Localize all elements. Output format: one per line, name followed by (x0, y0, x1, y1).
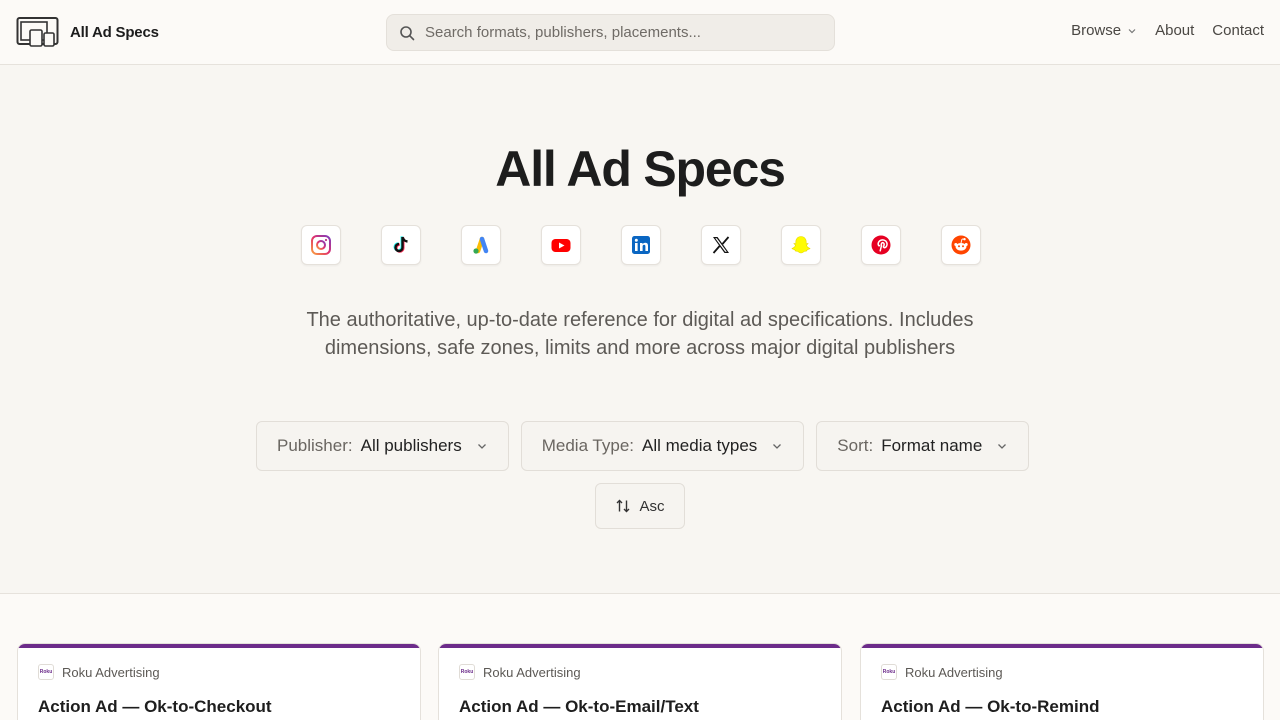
tiktok-icon (393, 236, 408, 253)
publisher-reddit[interactable] (941, 225, 981, 265)
publisher-icon-row (301, 225, 981, 265)
media-type-filter-label: Media Type: (541, 436, 635, 455)
sort-filter-label: Sort: (837, 436, 874, 455)
spec-card[interactable]: Roku Roku Advertising Action Ad — Ok-to-… (17, 643, 421, 720)
site-logo[interactable]: All Ad Specs (16, 16, 159, 48)
google-ads-icon (473, 236, 489, 254)
nav-contact[interactable]: Contact (1212, 22, 1264, 39)
publisher-linkedin[interactable] (621, 225, 661, 265)
search-bar[interactable] (386, 14, 835, 51)
search-input[interactable] (425, 24, 805, 41)
roku-logo-icon: Roku (38, 664, 54, 680)
reddit-icon (951, 235, 971, 255)
media-type-filter-value: All media types (642, 436, 758, 455)
sort-order-label: Asc (639, 497, 665, 515)
card-title: Action Ad — Ok-to-Checkout (38, 697, 272, 716)
nav-browse-label: Browse (1071, 22, 1122, 39)
publisher-filter-value: All publishers (360, 436, 462, 455)
x-icon (712, 236, 730, 254)
publisher-instagram[interactable] (301, 225, 341, 265)
spec-cards-grid: Roku Roku Advertising Action Ad — Ok-to-… (0, 593, 1280, 720)
pinterest-icon (871, 235, 891, 255)
snapchat-icon (791, 236, 811, 254)
publisher-snapchat[interactable] (781, 225, 821, 265)
media-type-filter[interactable]: Media Type: All media types (520, 421, 805, 471)
top-header: All Ad Specs Browse About Contact (0, 0, 1280, 65)
spec-card[interactable]: Roku Roku Advertising Action Ad — Ok-to-… (438, 643, 842, 720)
publisher-x[interactable] (701, 225, 741, 265)
nav-browse[interactable]: Browse (1071, 22, 1137, 39)
sort-arrows-icon (616, 499, 630, 513)
search-icon (400, 25, 415, 40)
publisher-pinterest[interactable] (861, 225, 901, 265)
card-publisher-name: Roku Advertising (905, 664, 1003, 680)
filter-bar: Publisher: All publishers Media Type: Al… (256, 421, 1030, 471)
hero-tagline: The authoritative, up-to-date reference … (306, 309, 974, 359)
publisher-filter-label: Publisher: (277, 436, 353, 455)
devices-logo-icon (16, 17, 59, 47)
card-publisher: Roku Roku Advertising (881, 664, 1003, 680)
publisher-youtube[interactable] (541, 225, 581, 265)
sort-filter[interactable]: Sort: Format name (816, 421, 1030, 471)
spec-card[interactable]: Roku Roku Advertising Action Ad — Ok-to-… (860, 643, 1264, 720)
main-nav: Browse About Contact (1071, 22, 1264, 39)
logo-text: All Ad Specs (70, 23, 159, 41)
card-title: Action Ad — Ok-to-Email/Text (459, 697, 699, 716)
nav-about[interactable]: About (1155, 22, 1194, 39)
roku-logo-icon: Roku (459, 664, 475, 680)
card-publisher: Roku Roku Advertising (38, 664, 160, 680)
chevron-down-icon (1128, 28, 1136, 33)
card-publisher-name: Roku Advertising (62, 664, 160, 680)
card-title: Action Ad — Ok-to-Remind (881, 697, 1100, 716)
sort-order-button[interactable]: Asc (595, 483, 685, 529)
instagram-icon (311, 235, 331, 255)
page-title: All Ad Specs (495, 141, 786, 197)
chevron-down-icon (998, 444, 1007, 449)
chevron-down-icon (477, 444, 486, 449)
youtube-icon (551, 239, 571, 252)
publisher-filter[interactable]: Publisher: All publishers (256, 421, 509, 471)
roku-logo-icon: Roku (881, 664, 897, 680)
card-publisher-name: Roku Advertising (483, 664, 581, 680)
publisher-google-ads[interactable] (461, 225, 501, 265)
linkedin-icon (632, 236, 650, 254)
card-publisher: Roku Roku Advertising (459, 664, 581, 680)
publisher-tiktok[interactable] (381, 225, 421, 265)
sort-filter-value: Format name (881, 436, 983, 455)
chevron-down-icon (773, 444, 782, 449)
